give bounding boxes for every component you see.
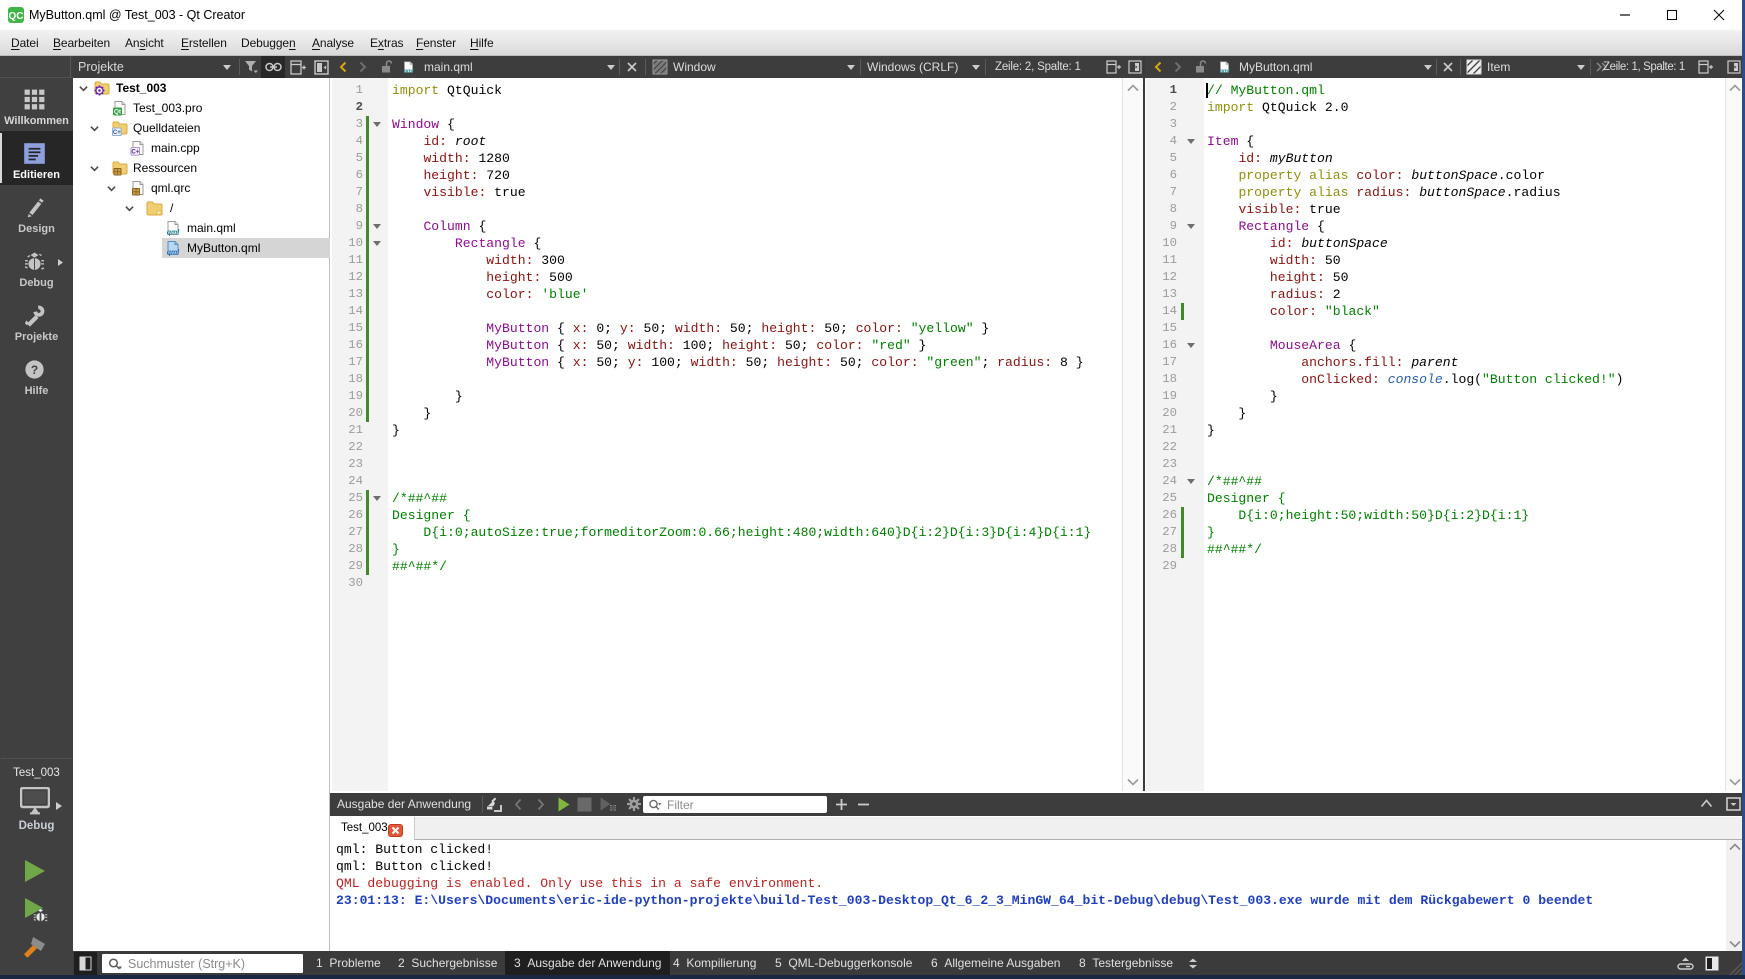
svg-text:qml: qml [167,250,181,256]
svg-text:?: ? [31,363,38,377]
svg-text:qml: qml [403,68,414,74]
svg-text:QC: QC [9,11,24,22]
svg-text:Qt: Qt [114,109,122,116]
svg-text:C+: C+ [113,130,121,136]
svg-text:C+: C+ [131,150,139,156]
svg-text:qml: qml [167,230,181,236]
svg-text:qml: qml [1219,68,1230,74]
